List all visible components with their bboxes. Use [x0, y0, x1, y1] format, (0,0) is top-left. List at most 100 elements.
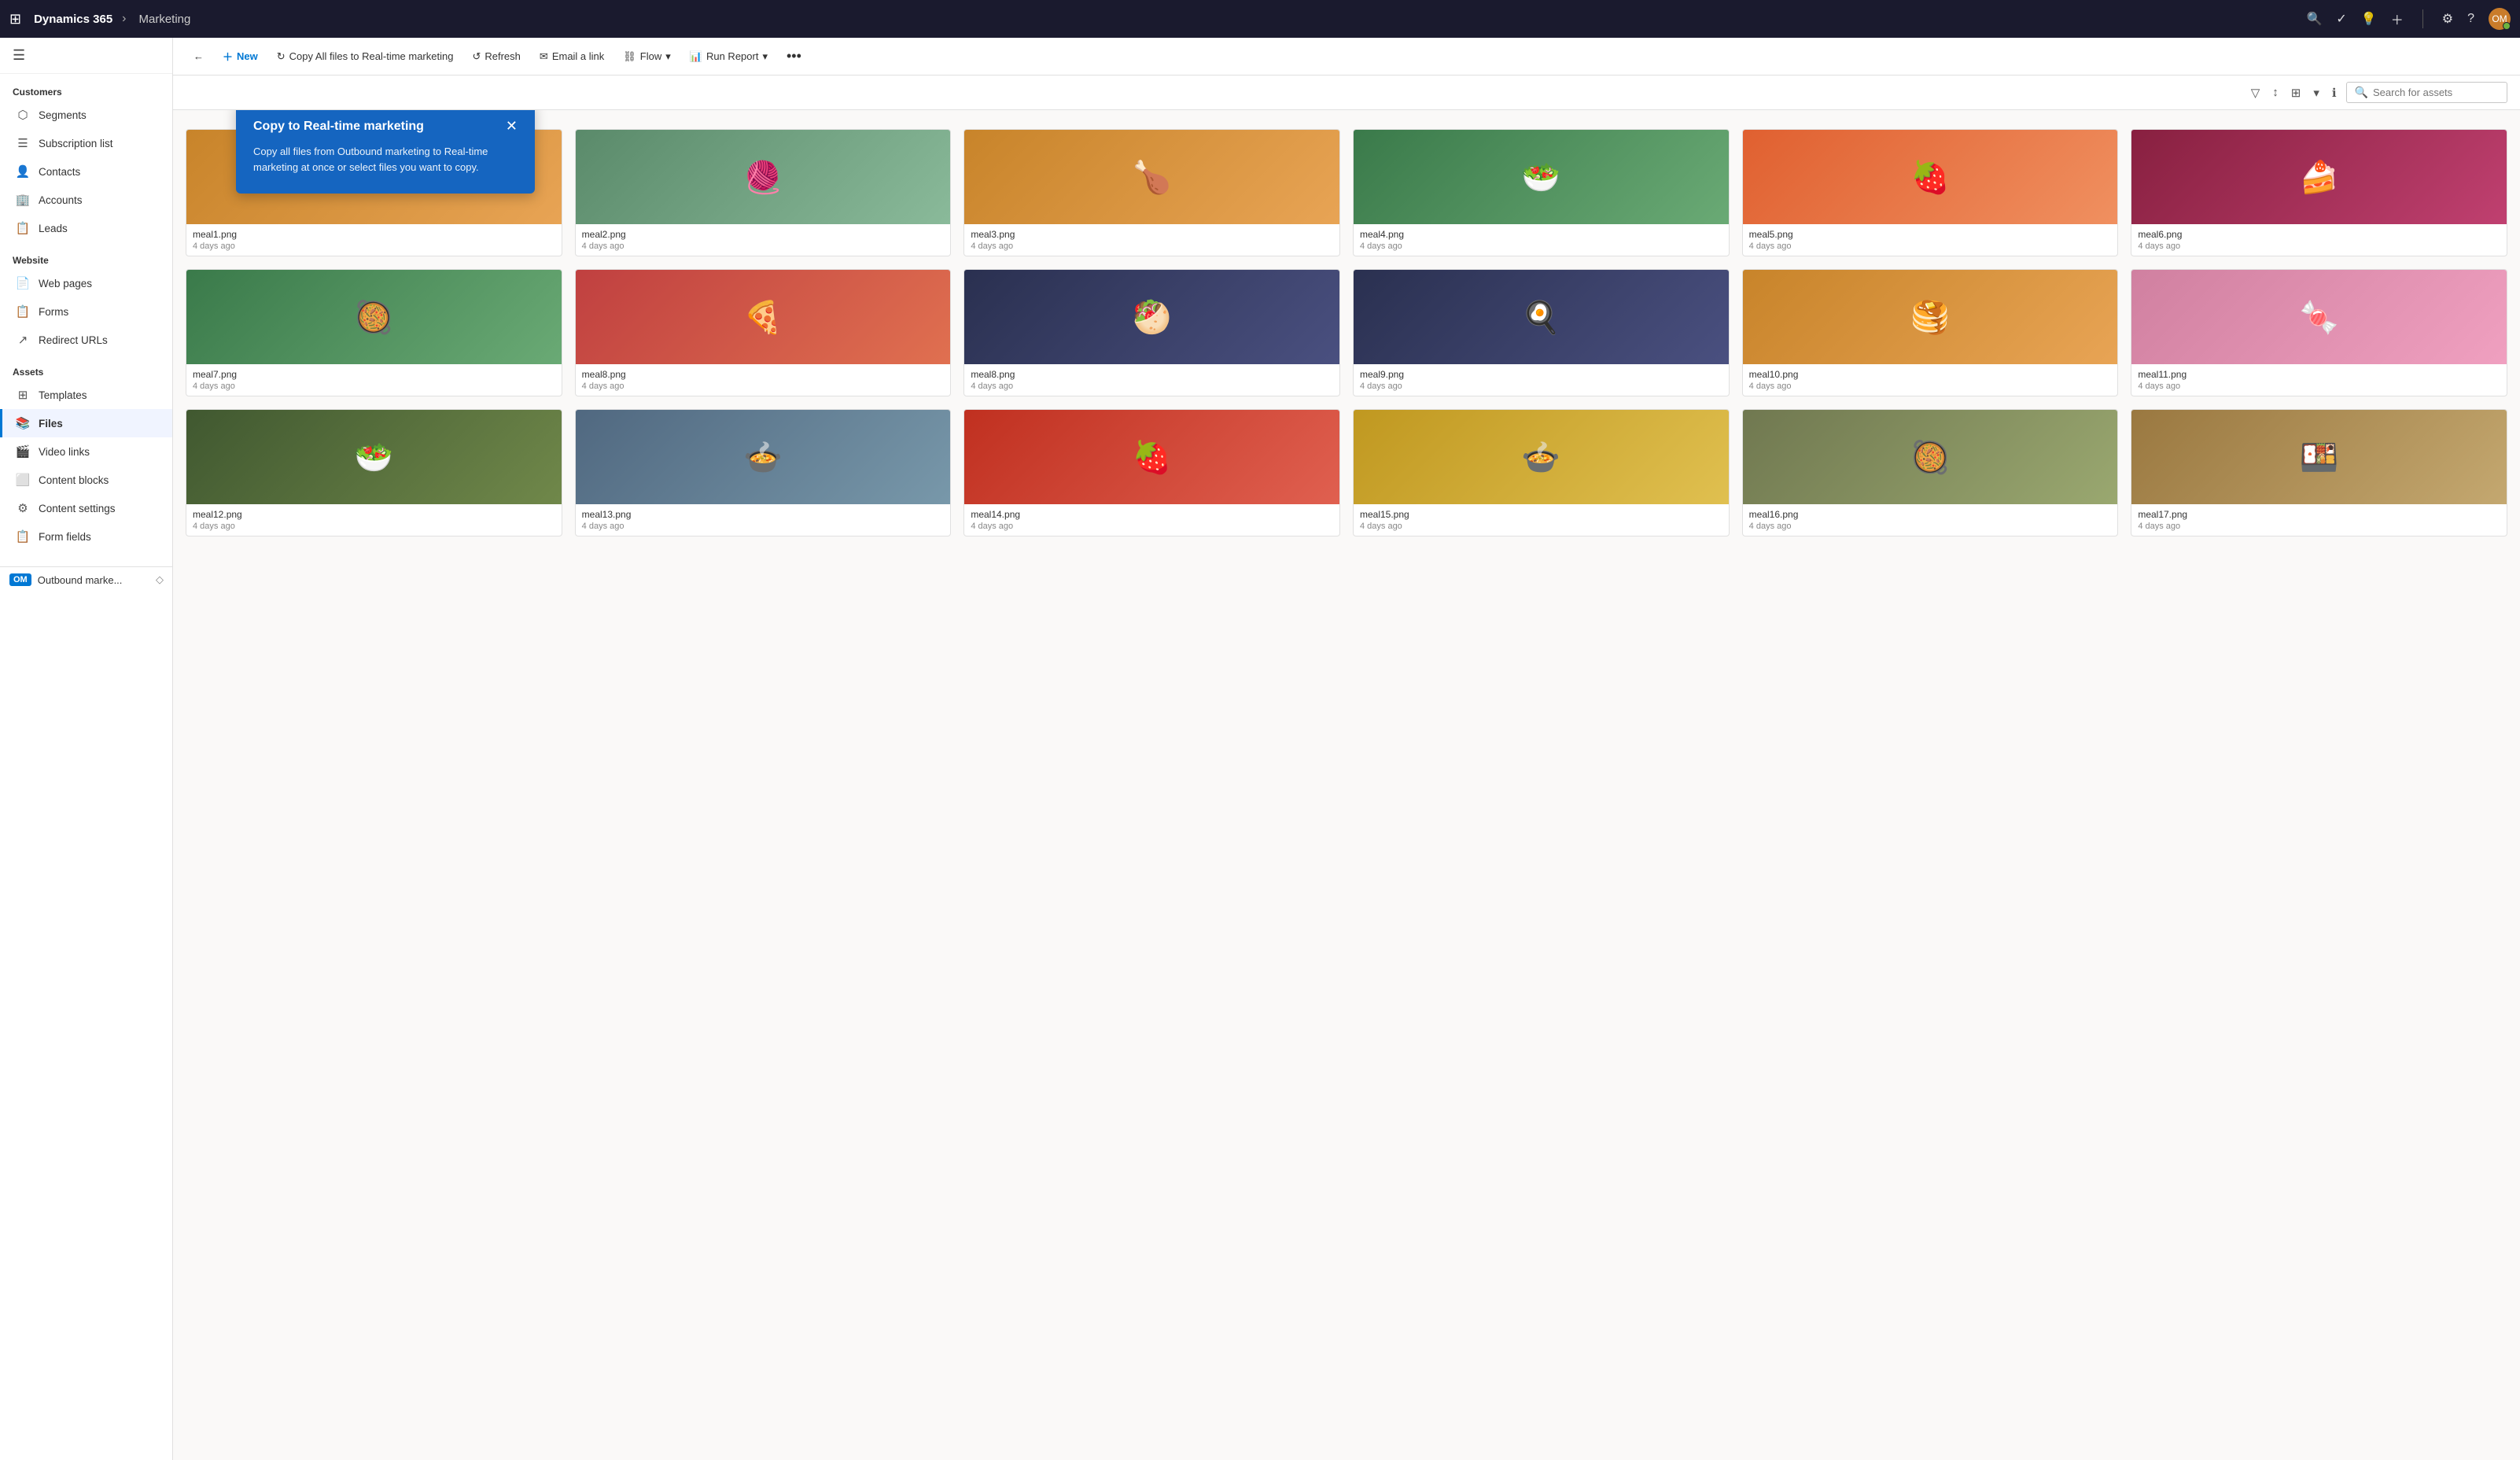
- popup-close-button[interactable]: ✕: [506, 118, 518, 135]
- copy-to-realtime-button[interactable]: ↻ Copy All files to Real-time marketing: [269, 46, 462, 68]
- content-area: ← ＋ New ↻ Copy All files to Real-time ma…: [173, 38, 2520, 1460]
- sidebar-bottom-bar[interactable]: OM Outbound marke... ◇: [0, 566, 173, 592]
- file-date: 4 days ago: [582, 522, 945, 531]
- file-card[interactable]: 🍕 meal8.png 4 days ago: [575, 269, 952, 396]
- sidebar-section-assets: Assets: [0, 354, 172, 381]
- file-date: 4 days ago: [1360, 241, 1722, 251]
- sidebar-section-customers: Customers: [0, 74, 172, 101]
- sidebar-item-label: Content blocks: [39, 474, 109, 486]
- file-info: meal6.png 4 days ago: [2131, 224, 2507, 256]
- sidebar-item-label: Content settings: [39, 503, 116, 514]
- run-report-button[interactable]: 📊 Run Report ▾: [682, 46, 776, 68]
- waffle-icon[interactable]: ⊞: [9, 11, 21, 28]
- run-report-chevron-icon: ▾: [762, 50, 768, 63]
- file-name: meal8.png: [582, 369, 945, 380]
- files-icon: 📚: [15, 416, 31, 430]
- view-chevron-icon[interactable]: ▾: [2310, 83, 2323, 103]
- file-thumbnail: 🥗: [1354, 130, 1729, 224]
- email-link-button[interactable]: ✉ Email a link: [532, 46, 612, 68]
- filter-bar: ▽ ↕ ⊞ ▾ ℹ 🔍: [173, 76, 2520, 110]
- file-info: meal7.png 4 days ago: [186, 364, 562, 396]
- sidebar-item-accounts[interactable]: 🏢 Accounts: [0, 186, 172, 214]
- file-thumbnail: 🍓: [964, 410, 1339, 504]
- sidebar-item-videolinks[interactable]: 🎬 Video links: [0, 437, 172, 466]
- sidebar-item-redirect[interactable]: ↗ Redirect URLs: [0, 326, 172, 354]
- file-name: meal3.png: [971, 229, 1333, 240]
- sidebar-item-label: Redirect URLs: [39, 334, 108, 346]
- new-plus-icon: ＋: [223, 49, 233, 64]
- flow-button[interactable]: ⛓ Flow ▾: [615, 46, 679, 68]
- sidebar-item-leads[interactable]: 📋 Leads: [0, 214, 172, 242]
- back-button[interactable]: ←: [186, 46, 212, 67]
- file-info: meal13.png 4 days ago: [576, 504, 951, 536]
- file-name: meal10.png: [1749, 369, 2112, 380]
- file-card[interactable]: 🍬 meal11.png 4 days ago: [2131, 269, 2507, 396]
- sidebar-item-label: Segments: [39, 109, 87, 121]
- file-name: meal11.png: [2138, 369, 2500, 380]
- sidebar-item-subscription[interactable]: ☰ Subscription list: [0, 129, 172, 157]
- refresh-button[interactable]: ↺ Refresh: [464, 46, 528, 68]
- settings-icon[interactable]: ⚙: [2442, 11, 2453, 27]
- subscription-icon: ☰: [15, 136, 31, 150]
- sidebar-toggle[interactable]: ☰: [0, 38, 172, 74]
- more-button[interactable]: •••: [779, 43, 809, 69]
- sidebar-item-templates[interactable]: ⊞ Templates: [0, 381, 172, 409]
- search-input[interactable]: [2373, 87, 2499, 98]
- file-card[interactable]: 🍱 meal17.png 4 days ago: [2131, 409, 2507, 536]
- filter-icon[interactable]: ▽: [2248, 83, 2264, 103]
- file-info: meal14.png 4 days ago: [964, 504, 1339, 536]
- sort-icon[interactable]: ↕: [2269, 83, 2282, 102]
- bottom-label: Outbound marke...: [38, 574, 123, 586]
- file-card[interactable]: 🍗 meal3.png 4 days ago: [963, 129, 1340, 256]
- file-card[interactable]: 🥗 meal12.png 4 days ago: [186, 409, 562, 536]
- sidebar-item-contentsettings[interactable]: ⚙ Content settings: [0, 494, 172, 522]
- sidebar-section-website: Website: [0, 242, 172, 269]
- new-icon[interactable]: ＋: [2391, 9, 2404, 28]
- file-card[interactable]: 🍲 meal15.png 4 days ago: [1353, 409, 1730, 536]
- view-toggle-icon[interactable]: ⊞: [2288, 83, 2304, 103]
- file-date: 4 days ago: [971, 522, 1333, 531]
- file-card[interactable]: 🥘 meal16.png 4 days ago: [1742, 409, 2119, 536]
- file-card[interactable]: 🥘 meal7.png 4 days ago: [186, 269, 562, 396]
- file-card[interactable]: 🥞 meal10.png 4 days ago: [1742, 269, 2119, 396]
- file-card[interactable]: 🥗 meal4.png 4 days ago: [1353, 129, 1730, 256]
- run-report-label: Run Report: [706, 50, 758, 62]
- sidebar-item-files[interactable]: 📚 Files: [0, 409, 172, 437]
- popup-header: Copy to Real-time marketing ✕: [253, 118, 518, 135]
- more-icon: •••: [787, 48, 801, 65]
- file-card[interactable]: 🍰 meal6.png 4 days ago: [2131, 129, 2507, 256]
- file-name: meal13.png: [582, 509, 945, 520]
- file-card[interactable]: 🧶 meal2.png 4 days ago: [575, 129, 952, 256]
- file-thumbnail: 🍗: [964, 130, 1339, 224]
- sidebar-item-formfields[interactable]: 📋 Form fields: [0, 522, 172, 551]
- file-card[interactable]: 🍓 meal14.png 4 days ago: [963, 409, 1340, 536]
- file-name: meal1.png: [193, 229, 555, 240]
- file-name: meal2.png: [582, 229, 945, 240]
- help-icon[interactable]: ?: [2467, 12, 2474, 26]
- notifications-icon[interactable]: 💡: [2361, 11, 2377, 27]
- file-thumbnail: 🧶: [576, 130, 951, 224]
- file-card[interactable]: 🍓 meal5.png 4 days ago: [1742, 129, 2119, 256]
- file-name: meal16.png: [1749, 509, 2112, 520]
- redirect-icon: ↗: [15, 333, 31, 347]
- new-button[interactable]: ＋ New: [215, 44, 266, 68]
- file-info: meal16.png 4 days ago: [1743, 504, 2118, 536]
- info-icon[interactable]: ℹ: [2329, 83, 2340, 103]
- sidebar-item-webpages[interactable]: 📄 Web pages: [0, 269, 172, 297]
- avatar[interactable]: OM: [2489, 8, 2511, 30]
- file-card[interactable]: 🥙 meal8.png 4 days ago: [963, 269, 1340, 396]
- file-thumbnail: 🍓: [1743, 130, 2118, 224]
- tasks-icon[interactable]: ✓: [2336, 11, 2346, 27]
- file-info: meal12.png 4 days ago: [186, 504, 562, 536]
- file-info: meal3.png 4 days ago: [964, 224, 1339, 256]
- search-icon[interactable]: 🔍: [2306, 11, 2322, 27]
- sidebar-item-contentblocks[interactable]: ⬜ Content blocks: [0, 466, 172, 494]
- file-date: 4 days ago: [2138, 522, 2500, 531]
- sidebar-item-contacts[interactable]: 👤 Contacts: [0, 157, 172, 186]
- sidebar-item-forms[interactable]: 📋 Forms: [0, 297, 172, 326]
- file-date: 4 days ago: [582, 382, 945, 391]
- file-date: 4 days ago: [193, 382, 555, 391]
- file-card[interactable]: 🍳 meal9.png 4 days ago: [1353, 269, 1730, 396]
- sidebar-item-segments[interactable]: ⬡ Segments: [0, 101, 172, 129]
- file-card[interactable]: 🍲 meal13.png 4 days ago: [575, 409, 952, 536]
